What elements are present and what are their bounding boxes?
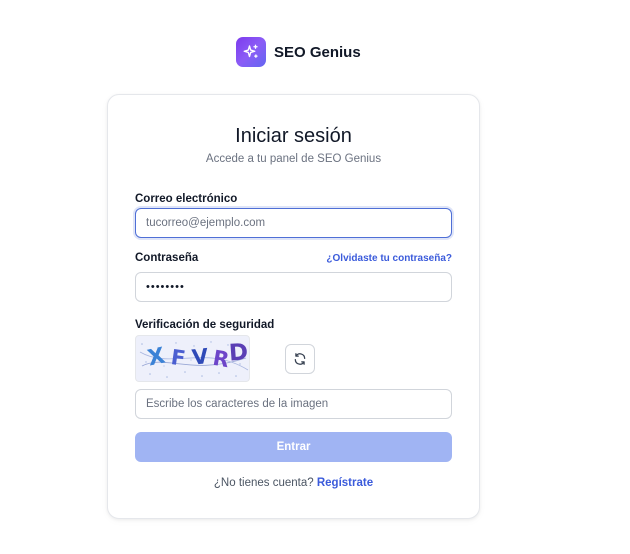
submit-button[interactable]: Entrar bbox=[135, 432, 452, 462]
login-card: Iniciar sesión Accede a tu panel de SEO … bbox=[107, 94, 480, 519]
brand-logo bbox=[236, 37, 266, 67]
email-label: Correo electrónico bbox=[135, 193, 238, 205]
page-title: Iniciar sesión bbox=[235, 125, 352, 147]
captcha-refresh-button[interactable] bbox=[285, 344, 315, 374]
captcha-label: Verificación de seguridad bbox=[135, 319, 275, 331]
signup-row: ¿No tienes cuenta? Regístrate bbox=[108, 477, 479, 489]
captcha-char: D bbox=[228, 339, 249, 367]
forgot-password-link[interactable]: ¿Olvidaste tu contraseña? bbox=[326, 253, 452, 264]
captcha-input[interactable] bbox=[135, 389, 452, 419]
email-input[interactable] bbox=[135, 208, 452, 238]
refresh-icon bbox=[294, 353, 306, 365]
captcha-image: X F V R D bbox=[135, 335, 250, 382]
password-input[interactable] bbox=[135, 272, 452, 302]
captcha-char: V bbox=[190, 344, 210, 370]
password-label: Contraseña bbox=[135, 252, 199, 264]
signup-link[interactable]: Regístrate bbox=[317, 477, 373, 489]
page-subtitle: Accede a tu panel de SEO Genius bbox=[205, 153, 382, 165]
brand-name: SEO Genius bbox=[274, 43, 361, 61]
brand: SEO Genius bbox=[236, 37, 361, 67]
signup-prompt: ¿No tienes cuenta? bbox=[213, 477, 314, 489]
sparkles-icon bbox=[243, 44, 258, 58]
